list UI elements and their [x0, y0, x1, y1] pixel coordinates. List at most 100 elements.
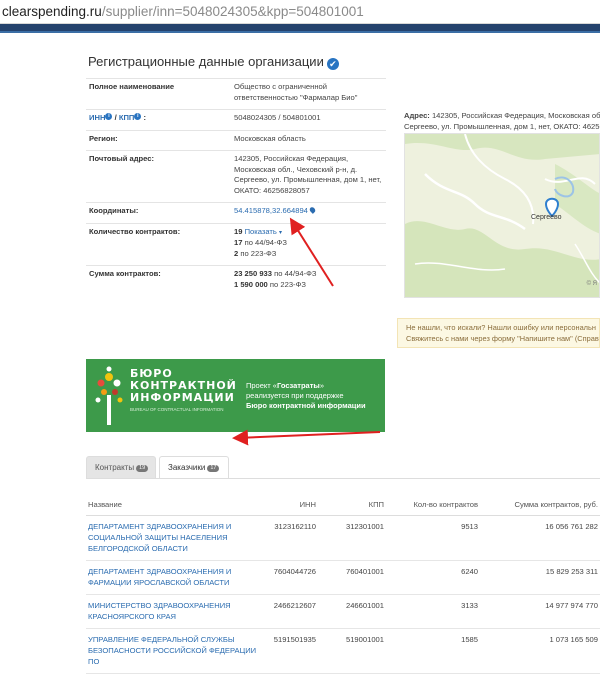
registration-table: Полное наименование Общество с ограничен… — [86, 78, 386, 296]
customer-inn: 3123162110 — [266, 515, 318, 561]
contracts-label: Количество контрактов: — [86, 222, 231, 266]
promo-part: Проект « — [246, 381, 277, 390]
coords-value: 54.415878,32.664894 — [231, 202, 386, 223]
coords-link[interactable]: 54.415878,32.664894 — [234, 206, 308, 215]
address-label: Адрес: — [404, 111, 430, 120]
page-title-text: Регистрационные данные организации — [88, 54, 324, 69]
customer-contract-sum: 15 829 253 311 — [480, 560, 600, 595]
kpp-label[interactable]: КПП — [119, 113, 135, 122]
sum-44-text: по 44/94-ФЗ — [274, 269, 317, 278]
map-terrain — [405, 134, 599, 297]
page-title: Регистрационные данные организации ✔ — [88, 54, 339, 70]
site-header-band — [0, 24, 600, 33]
customer-contract-count: 6240 — [386, 560, 480, 595]
name-line: СОЦИАЛЬНОЙ ЗАЩИТЫ НАСЕЛЕНИЯ — [88, 533, 228, 542]
map-place-label: Сергеево — [531, 214, 562, 221]
postal-value: 142305, Российская Федерация, Московская… — [231, 150, 386, 203]
info-icon[interactable]: i — [105, 113, 113, 120]
customers-table: Название ИНН КПП Кол-во контрактов Сумма… — [86, 497, 600, 674]
postal-label: Почтовый адрес: — [86, 150, 231, 203]
chevron-down-icon[interactable]: ▾ — [279, 230, 282, 236]
customer-contract-count: 1585 — [386, 628, 480, 674]
row-coordinates: Координаты: 54.415878,32.664894 — [86, 202, 386, 223]
promo-text: Проект «Госзатраты» реализуется при подд… — [246, 381, 366, 411]
contracts-total: 19 — [234, 226, 243, 236]
bureau-logo-text: БЮРО КОНТРАКТНОЙ ИНФОРМАЦИИ — [130, 368, 237, 404]
address-bar[interactable]: clearspending.ru/supplier/inn=5048024305… — [0, 0, 600, 24]
col-header-name[interactable]: Название — [86, 497, 266, 516]
sum-223-value: 1 590 000 — [234, 279, 268, 289]
name-line: ФАРМАЦИИ ЯРОСЛАВСКОЙ ОБЛАСТИ — [88, 578, 230, 587]
region-value: Московская область — [231, 129, 386, 151]
col-header-sum[interactable]: Сумма контрактов, руб. — [480, 497, 600, 516]
contracts-44-text: по 44/94-ФЗ — [244, 238, 287, 247]
customer-name-link[interactable]: ДЕПАРТАМЕНТ ЗДРАВООХРАНЕНИЯ И СОЦИАЛЬНОЙ… — [86, 515, 266, 561]
tree-logo-icon — [95, 366, 123, 425]
tab-contracts[interactable]: Контракты 19 — [86, 456, 156, 478]
brand-line: ИНФОРМАЦИИ — [130, 391, 235, 404]
url-domain: clearspending.ru — [2, 4, 102, 19]
full-name-label: Полное наименование — [86, 78, 231, 110]
contracts-value: 19 Показать ▾ 17 по 44/94-ФЗ 2 по 223-ФЗ — [231, 222, 386, 266]
inn-kpp-label: ИНН i / КПП i : — [86, 109, 231, 130]
name-line: МИНИСТЕРСТВО ЗДРАВООХРАНЕНИЯ — [88, 601, 231, 610]
customer-name-link[interactable]: ДЕПАРТАМЕНТ ЗДРАВООХРАНЕНИЯ И ФАРМАЦИИ Я… — [86, 560, 266, 595]
promo-project-name: Госзатраты — [276, 381, 320, 390]
notice-line: Не нашли, что искали? Нашли ошибку или п… — [406, 323, 596, 332]
sum-label: Сумма контрактов: — [86, 265, 231, 296]
tabs-divider — [86, 478, 600, 479]
customer-kpp: 760401001 — [318, 560, 386, 595]
inn-kpp-value: 5048024305 / 504801001 — [231, 109, 386, 130]
location-map[interactable]: Сергеево © Я — [404, 133, 600, 298]
postal-line: 142305, Российская Федерация, — [234, 154, 349, 163]
table-row: УПРАВЛЕНИЕ ФЕДЕРАЛЬНОЙ СЛУЖБЫ БЕЗОПАСНОС… — [86, 628, 600, 674]
promo-banner[interactable]: БЮРО КОНТРАКТНОЙ ИНФОРМАЦИИ BUREAU OF CO… — [86, 359, 385, 432]
show-contracts-link[interactable]: Показать — [245, 227, 277, 236]
tab-label: Контракты — [95, 463, 135, 472]
name-line: УПРАВЛЕНИЕ ФЕДЕРАЛЬНОЙ СЛУЖБЫ — [88, 635, 235, 644]
row-postal-address: Почтовый адрес: 142305, Российская Федер… — [86, 150, 386, 203]
inn-label[interactable]: ИНН — [89, 113, 105, 122]
count-badge: 19 — [136, 465, 149, 472]
name-line: БЕЛГОРОДСКОЙ ОБЛАСТИ — [88, 544, 188, 553]
row-contracts-sum: Сумма контрактов: 23 250 933 по 44/94-ФЗ… — [86, 265, 386, 296]
contracts-223-text: по 223-ФЗ — [240, 248, 277, 258]
col-header-inn[interactable]: ИНН — [266, 497, 318, 516]
annotation-arrow-tab — [232, 429, 381, 446]
tab-label: Заказчики — [168, 463, 206, 472]
contracts-223-count: 2 — [234, 248, 239, 258]
notice-line[interactable]: Свяжитесь с нами через форму "Напишите н… — [406, 333, 599, 344]
contracts-44-count: 17 — [234, 238, 243, 247]
verified-check-icon: ✔ — [326, 58, 339, 70]
row-region: Регион: Московская область — [86, 129, 386, 151]
col-header-kpp[interactable]: КПП — [318, 497, 386, 516]
address-line: 142305, Российская Федерация, Московская… — [431, 111, 600, 120]
name-line: ДЕПАРТАМЕНТ ЗДРАВООХРАНЕНИЯ И — [88, 522, 232, 531]
map-pin-icon[interactable] — [308, 206, 317, 214]
full-name-value: Общество с ограниченной ответственностью… — [231, 78, 386, 110]
customer-contract-count: 9513 — [386, 515, 480, 561]
url-path: /supplier/inn=5048024305&kpp=504801001 — [101, 4, 364, 19]
sum-44-value: 23 250 933 — [234, 269, 273, 278]
full-name-line: ответственностью "Фармалар Био" — [234, 92, 358, 102]
sum-223-text: по 223-ФЗ — [269, 279, 306, 289]
table-header-row: Название ИНН КПП Кол-во контрактов Сумма… — [86, 497, 600, 516]
brand-subtitle: BUREAU OF CONTRACTUAL INFORMATION — [130, 407, 224, 412]
map-address: Адрес: 142305, Российская Федерация, Мос… — [404, 110, 600, 132]
map-copyright: © Я — [586, 281, 597, 287]
table-row: ДЕПАРТАМЕНТ ЗДРАВООХРАНЕНИЯ И ФАРМАЦИИ Я… — [86, 560, 600, 595]
count-badge: 17 — [207, 465, 220, 472]
tab-customers[interactable]: Заказчики 17 — [159, 456, 229, 478]
name-line: БЕЗОПАСНОСТИ РОССИЙСКОЙ ФЕДЕРАЦИИ ПО — [88, 646, 257, 666]
postal-line: Сергеево, ул. Промышленная, дом 1, нет, — [234, 175, 382, 184]
promo-line: реализуется при поддержке — [246, 391, 344, 400]
row-inn-kpp: ИНН i / КПП i : 5048024305 / 504801001 — [86, 109, 386, 130]
row-full-name: Полное наименование Общество с ограничен… — [86, 78, 386, 110]
name-line: КРАСНОЯРСКОГО КРАЯ — [88, 612, 177, 621]
feedback-notice: Не нашли, что искали? Нашли ошибку или п… — [397, 318, 600, 348]
customer-inn: 7604044726 — [266, 560, 318, 595]
sum-value: 23 250 933 по 44/94-ФЗ 1 590 000 по 223-… — [231, 265, 386, 296]
postal-line: ОКАТО: 46256828057 — [234, 185, 310, 195]
customer-name-link[interactable]: УПРАВЛЕНИЕ ФЕДЕРАЛЬНОЙ СЛУЖБЫ БЕЗОПАСНОС… — [86, 628, 266, 674]
col-header-count[interactable]: Кол-во контрактов — [386, 497, 480, 516]
